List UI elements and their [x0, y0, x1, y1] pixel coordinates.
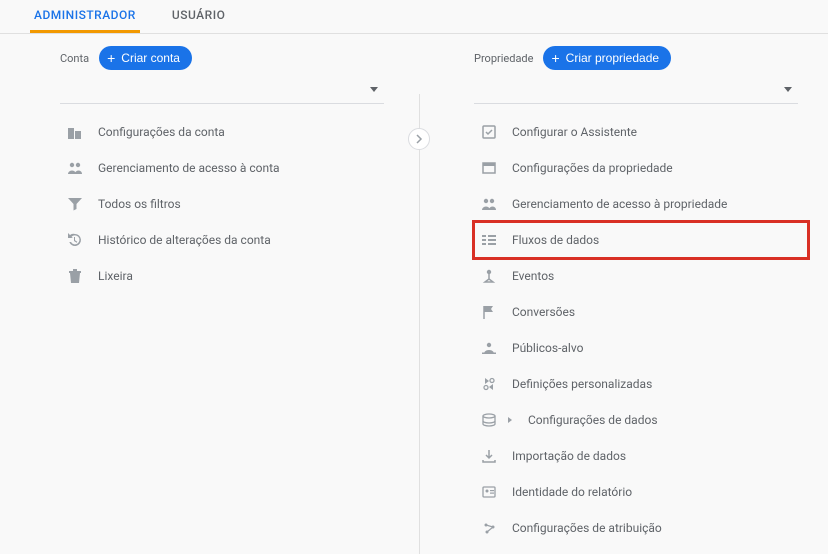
data-settings-icon	[480, 412, 498, 428]
caret-down-icon	[784, 87, 792, 92]
property-column: Propriedade + Criar propriedade Configur…	[414, 46, 828, 546]
account-item-building[interactable]: Configurações da conta	[60, 114, 394, 150]
property-menu: Configurar o Assistente Configurações da …	[474, 114, 808, 546]
custom-icon	[480, 376, 498, 392]
account-column: Conta + Criar conta Configurações da con…	[0, 46, 414, 546]
property-item-label: Configurações da propriedade	[512, 161, 673, 175]
column-divider	[419, 94, 420, 554]
account-item-label: Todos os filtros	[98, 197, 181, 211]
account-item-filter[interactable]: Todos os filtros	[60, 186, 394, 222]
create-property-button[interactable]: + Criar propriedade	[543, 46, 671, 70]
property-label: Propriedade	[474, 52, 533, 65]
import-icon	[480, 448, 498, 464]
account-item-label: Histórico de alterações da conta	[98, 233, 271, 247]
property-item-people[interactable]: Gerenciamento de acesso à propriedade	[474, 186, 808, 222]
account-item-trash[interactable]: Lixeira	[60, 258, 394, 294]
property-item-import[interactable]: Importação de dados	[474, 438, 808, 474]
property-item-data-streams[interactable]: Fluxos de dados	[474, 222, 808, 258]
property-item-settings-box[interactable]: Configurações da propriedade	[474, 150, 808, 186]
account-item-people[interactable]: Gerenciamento de acesso à conta	[60, 150, 394, 186]
admin-content: Conta + Criar conta Configurações da con…	[0, 34, 828, 546]
property-item-label: Fluxos de dados	[512, 233, 599, 247]
property-item-label: Definições personalizadas	[512, 377, 652, 391]
property-item-label: Configurar o Assistente	[512, 125, 637, 139]
property-item-label: Públicos-alvo	[512, 341, 583, 355]
top-tabs: ADMINISTRADOR USUÁRIO	[0, 0, 828, 34]
audience-icon	[480, 340, 498, 356]
property-item-attribution[interactable]: Configurações de atribuição	[474, 510, 808, 546]
collapse-toggle[interactable]	[408, 128, 430, 150]
property-item-label: Configurações de dados	[528, 413, 658, 427]
history-icon	[66, 232, 84, 248]
identity-icon	[480, 484, 498, 500]
property-item-custom[interactable]: Definições personalizadas	[474, 366, 808, 402]
plus-icon: +	[551, 51, 559, 65]
settings-box-icon	[480, 160, 498, 176]
create-account-button[interactable]: + Criar conta	[99, 46, 192, 70]
property-header: Propriedade + Criar propriedade	[474, 46, 808, 70]
account-item-label: Configurações da conta	[98, 125, 225, 139]
account-selector[interactable]	[60, 76, 384, 104]
account-header: Conta + Criar conta	[60, 46, 394, 70]
attribution-icon	[480, 520, 498, 536]
property-item-label: Importação de dados	[512, 449, 626, 463]
account-item-label: Lixeira	[98, 269, 133, 283]
data-streams-icon	[480, 232, 498, 248]
property-item-label: Eventos	[512, 269, 554, 283]
filter-icon	[66, 196, 84, 212]
property-selector[interactable]	[474, 76, 798, 104]
account-item-history[interactable]: Histórico de alterações da conta	[60, 222, 394, 258]
building-icon	[66, 124, 84, 140]
events-icon	[480, 268, 498, 284]
caret-down-icon	[370, 87, 378, 92]
property-item-data-settings[interactable]: Configurações de dados	[474, 402, 808, 438]
property-item-audience[interactable]: Públicos-alvo	[474, 330, 808, 366]
create-account-label: Criar conta	[121, 51, 180, 65]
property-item-identity[interactable]: Identidade do relatório	[474, 474, 808, 510]
property-item-label: Identidade do relatório	[512, 485, 632, 499]
property-item-label: Configurações de atribuição	[512, 521, 662, 535]
property-item-flag[interactable]: Conversões	[474, 294, 808, 330]
property-item-label: Gerenciamento de acesso à propriedade	[512, 197, 727, 211]
trash-icon	[66, 268, 84, 284]
property-item-events[interactable]: Eventos	[474, 258, 808, 294]
property-item-assistant[interactable]: Configurar o Assistente	[474, 114, 808, 150]
people-icon	[480, 196, 498, 212]
create-property-label: Criar propriedade	[566, 51, 659, 65]
assistant-icon	[480, 124, 498, 140]
plus-icon: +	[107, 51, 115, 65]
flag-icon	[480, 304, 498, 320]
tab-admin[interactable]: ADMINISTRADOR	[30, 0, 140, 33]
property-item-label: Conversões	[512, 305, 575, 319]
chevron-right-icon	[508, 417, 512, 423]
people-icon	[66, 160, 84, 176]
account-item-label: Gerenciamento de acesso à conta	[98, 161, 280, 175]
account-label: Conta	[60, 52, 89, 65]
account-menu: Configurações da conta Gerenciamento de a…	[60, 114, 394, 294]
tab-user[interactable]: USUÁRIO	[168, 0, 230, 33]
